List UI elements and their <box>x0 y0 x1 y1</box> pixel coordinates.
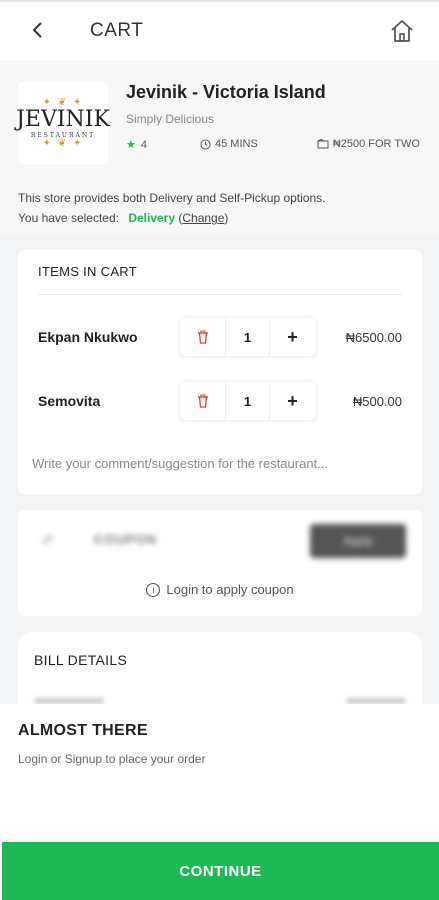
trash-icon <box>197 330 208 344</box>
paren-close: ) <box>224 211 229 225</box>
cart-item: Semovita 1 + ₦500.00 <box>18 382 422 422</box>
top-bar: CART <box>0 0 439 60</box>
sheet-subtitle: Login or Signup to place your order <box>18 752 206 766</box>
home-button[interactable] <box>389 18 415 44</box>
clock-icon <box>200 138 211 150</box>
selected-mode-line: You have selected: Delivery (Change) <box>18 211 228 225</box>
rating-value: 4 <box>140 138 147 151</box>
info-icon: i <box>146 583 161 597</box>
trash-icon <box>197 394 208 408</box>
delete-item-button[interactable] <box>180 382 225 420</box>
cart-item: Ekpan Nkukwo 1 + ₦6500.00 <box>18 318 422 358</box>
change-mode-link[interactable]: Change <box>182 211 224 225</box>
store-info: ✦ ❦ ✦ JEVINIK RESTAURANT ✦ ❦ ✦ Jevinik -… <box>0 60 439 235</box>
item-name: Semovita <box>38 393 101 409</box>
store-tagline: Simply Delicious <box>126 112 215 126</box>
comment-input[interactable] <box>32 450 408 476</box>
coupon-label: COUPON <box>94 532 158 547</box>
store-rating: ★ 4 <box>126 138 147 152</box>
login-to-apply-coupon[interactable]: i Login to apply coupon <box>18 582 422 597</box>
logo-ornament-bottom: ✦ ❦ ✦ <box>42 137 84 149</box>
item-price: ₦500.00 <box>352 394 402 409</box>
cart-heading: ITEMS IN CART <box>38 264 138 279</box>
price-for-two: ₦2500 FOR TWO <box>317 138 420 150</box>
delivery-time: 45 MINS <box>200 138 258 150</box>
divider <box>38 294 402 295</box>
increase-quantity-button[interactable]: + <box>270 382 315 420</box>
store-meta: ★ 4 45 MINS ₦2500 FOR TWO <box>126 138 420 154</box>
delete-item-button[interactable] <box>180 318 225 356</box>
item-name: Ekpan Nkukwo <box>38 329 138 345</box>
login-prompt-sheet: ALMOST THERE Login or Signup to place yo… <box>0 704 439 900</box>
coupon-icon: ⇗ <box>40 532 54 549</box>
coupon-login-text: Login to apply coupon <box>166 582 294 597</box>
quantity-stepper: 1 + <box>180 318 316 356</box>
logo-text: JEVINIK <box>16 106 110 132</box>
coupon-card: ⇗ COUPON Apply i Login to apply coupon <box>18 510 422 616</box>
store-logo: ✦ ❦ ✦ JEVINIK RESTAURANT ✦ ❦ ✦ <box>16 82 110 164</box>
store-name: Jevinik - Victoria Island <box>126 82 326 102</box>
star-icon: ★ <box>126 139 136 151</box>
chevron-left-icon <box>32 22 42 38</box>
logo-ornament: ✦ ❦ ✦ <box>42 96 84 108</box>
wallet-icon <box>317 139 329 149</box>
page-title: CART <box>90 20 144 41</box>
item-price: ₦6500.00 <box>345 330 402 345</box>
selected-mode: Delivery <box>128 211 176 225</box>
home-icon <box>391 20 413 42</box>
continue-button[interactable]: CONTINUE <box>2 842 439 900</box>
bill-heading: BILL DETAILS <box>34 652 128 668</box>
item-quantity: 1 <box>225 382 270 420</box>
increase-quantity-button[interactable]: + <box>270 318 315 356</box>
delivery-time-value: 45 MINS <box>215 138 258 150</box>
cart-items-card: ITEMS IN CART Ekpan Nkukwo 1 + ₦6500.00 … <box>18 250 422 494</box>
delivery-options-note: This store provides both Delivery and Se… <box>18 191 326 205</box>
selected-prefix: You have selected: <box>18 211 119 225</box>
quantity-stepper: 1 + <box>180 382 316 420</box>
item-quantity: 1 <box>225 318 270 356</box>
apply-coupon-button[interactable]: Apply <box>310 524 406 558</box>
coupon-row: ⇗ COUPON Apply <box>18 510 422 570</box>
back-button[interactable] <box>26 18 50 42</box>
sheet-title: ALMOST THERE <box>18 722 148 739</box>
price-for-two-value: ₦2500 FOR TWO <box>332 138 420 150</box>
